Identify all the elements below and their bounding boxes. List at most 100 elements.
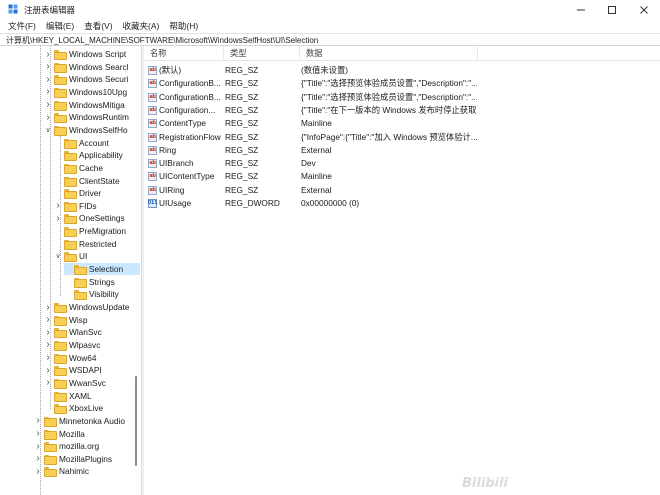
close-button[interactable] — [628, 0, 660, 19]
tree-item[interactable]: Applicability — [54, 149, 140, 162]
tree-item[interactable]: Restricted — [54, 238, 140, 250]
value-row[interactable]: ab ConfigurationB... REG_SZ {"Title":"选择预览体… — [144, 91, 660, 104]
chevron-right-icon[interactable]: › — [44, 302, 52, 313]
tree-item[interactable]: ClientState — [54, 175, 140, 187]
tree-item[interactable]: › Wlpasvc — [44, 339, 140, 351]
menu-file[interactable]: 文件(F) — [8, 19, 36, 33]
value-row[interactable]: ab UIRing REG_SZ External — [144, 184, 660, 197]
chevron-right-icon[interactable]: › — [54, 200, 62, 211]
tree-item[interactable]: › WindowsMitiga — [44, 99, 140, 111]
tree-scrollbar[interactable] — [133, 46, 139, 495]
value-row[interactable]: ab Ring REG_SZ External — [144, 144, 660, 157]
tree-item[interactable]: › Windows Securi — [44, 73, 140, 86]
value-row[interactable]: ab (默认) REG_SZ (数值未设置) — [144, 64, 660, 77]
value-type: REG_SZ — [225, 184, 259, 195]
chevron-right-icon[interactable]: › — [54, 213, 62, 224]
title-bar[interactable]: 注册表编辑器 — [0, 0, 660, 19]
menu-help[interactable]: 帮助(H) — [169, 19, 198, 33]
tree-item[interactable]: › Minnetonka Audio — [34, 415, 140, 427]
tree-item[interactable]: › MozillaPlugins — [34, 453, 140, 465]
folder-icon — [54, 328, 67, 339]
value-name-cell: ab ContentType — [148, 117, 224, 130]
window-title: 注册表编辑器 — [24, 5, 76, 15]
menu-view[interactable]: 查看(V) — [84, 19, 112, 33]
chevron-right-icon[interactable]: › — [34, 428, 42, 439]
chevron-right-icon[interactable]: › — [44, 112, 52, 123]
chevron-right-icon[interactable]: › — [44, 314, 52, 325]
chevron-right-icon[interactable]: › — [44, 352, 52, 363]
value-row[interactable]: ab ConfigurationB... REG_SZ {"Title":"选择预览体… — [144, 77, 660, 90]
value-name: UIContentType — [159, 171, 215, 182]
chevron-right-icon[interactable]: › — [44, 327, 52, 338]
value-row[interactable]: ab Configuration... REG_SZ {"Title":"在下一版本的… — [144, 104, 660, 117]
tree-item[interactable]: › WindowsUpdate — [44, 301, 140, 313]
chevron-right-icon[interactable]: › — [44, 86, 52, 97]
value-row[interactable]: 011 UIUsage REG_DWORD 0x00000000 (0) — [144, 197, 660, 210]
tree-item[interactable]: › FIDs — [54, 200, 140, 212]
chevron-right-icon[interactable]: › — [34, 441, 42, 452]
tree-item[interactable]: › Wisp — [44, 314, 140, 326]
tree-item[interactable]: › WSDAPI — [44, 364, 140, 377]
value-row[interactable]: ab ContentType REG_SZ Mainline — [144, 117, 660, 130]
chevron-right-icon[interactable]: › — [44, 339, 52, 350]
chevron-down-icon[interactable]: ∨ — [54, 252, 62, 260]
tree-item[interactable]: Account — [54, 137, 140, 149]
tree-item[interactable]: › Windows Script — [44, 48, 140, 60]
tree-item[interactable]: › Nahimic — [34, 465, 140, 478]
column-name-header[interactable]: 名称 — [144, 46, 224, 61]
chevron-right-icon[interactable]: › — [44, 365, 52, 376]
maximize-button[interactable] — [596, 0, 628, 19]
chevron-right-icon[interactable]: › — [44, 49, 52, 60]
chevron-down-icon[interactable]: ∨ — [44, 126, 52, 134]
chevron-right-icon[interactable]: › — [34, 415, 42, 426]
tree-item[interactable]: › Mozilla — [34, 428, 140, 440]
value-row[interactable]: ab RegistrationFlow REG_SZ {"InfoPage":{"Ti… — [144, 131, 660, 144]
tree-item[interactable]: PreMigration — [54, 225, 140, 238]
chevron-right-icon[interactable]: › — [44, 99, 52, 110]
address-path[interactable]: 计算机\HKEY_LOCAL_MACHINE\SOFTWARE\Microsof… — [6, 35, 318, 46]
value-name: (默认) — [159, 65, 182, 75]
key-tree[interactable]: › Windows Script › Windows Searcl › Windows S… — [0, 46, 140, 495]
chevron-right-icon[interactable]: › — [44, 61, 52, 72]
value-name-cell: ab UIBranch — [148, 157, 224, 170]
tree-item[interactable]: Visibility — [64, 288, 140, 301]
address-bar[interactable]: 计算机\HKEY_LOCAL_MACHINE\SOFTWARE\Microsof… — [0, 33, 660, 46]
tree-item[interactable]: Selection — [64, 263, 140, 276]
folder-icon — [54, 87, 67, 98]
column-type-header[interactable]: 类型 — [224, 46, 300, 61]
menu-edit[interactable]: 编辑(E) — [46, 19, 74, 33]
values-list[interactable]: 名称 类型 数据 ab (默认) REG_SZ (数值未设置) ab Configurat… — [144, 46, 660, 495]
folder-icon — [64, 239, 77, 250]
value-row[interactable]: ab UIBranch REG_SZ Dev — [144, 157, 660, 170]
value-row[interactable]: ab UIContentType REG_SZ Mainline — [144, 170, 660, 183]
binary-value-icon: 011 — [148, 199, 158, 208]
tree-item[interactable]: ∨ WindowsSelfHo — [44, 124, 140, 136]
tree-item-label: Applicability — [79, 150, 123, 161]
tree-item[interactable]: › OneSettings — [54, 212, 140, 225]
tree-item[interactable]: Cache — [54, 162, 140, 174]
folder-icon — [64, 176, 77, 187]
chevron-right-icon[interactable]: › — [44, 74, 52, 85]
tree-item[interactable]: ∨ UI — [54, 250, 140, 263]
tree-item[interactable]: › WindowsRuntim — [44, 111, 140, 124]
chevron-right-icon[interactable]: › — [34, 453, 42, 464]
chevron-right-icon[interactable]: › — [34, 466, 42, 477]
tree-item[interactable]: › Wow64 — [44, 352, 140, 364]
minimize-button[interactable] — [565, 0, 597, 19]
folder-icon — [64, 227, 77, 238]
chevron-right-icon[interactable]: › — [44, 377, 52, 388]
menu-favorites[interactable]: 收藏夹(A) — [123, 19, 160, 33]
tree-item[interactable]: › WlanSvc — [44, 326, 140, 339]
tree-item[interactable]: › Windows Searcl — [44, 61, 140, 73]
value-data: Dev — [301, 158, 316, 169]
tree-item[interactable]: › mozilla.org — [34, 440, 140, 453]
tree-item[interactable]: Driver — [54, 187, 140, 200]
tree-item[interactable]: XAML — [44, 390, 140, 402]
tree-scrollbar-thumb[interactable] — [135, 376, 137, 466]
column-data-header[interactable]: 数据 — [300, 46, 478, 61]
tree-item[interactable]: › Windows10Upg — [44, 86, 140, 98]
tree-item[interactable]: Strings — [64, 276, 140, 288]
tree-item[interactable]: XboxLive — [44, 402, 140, 415]
tree-item[interactable]: › WwanSvc — [44, 377, 140, 389]
value-name-cell: ab RegistrationFlow — [148, 131, 224, 144]
